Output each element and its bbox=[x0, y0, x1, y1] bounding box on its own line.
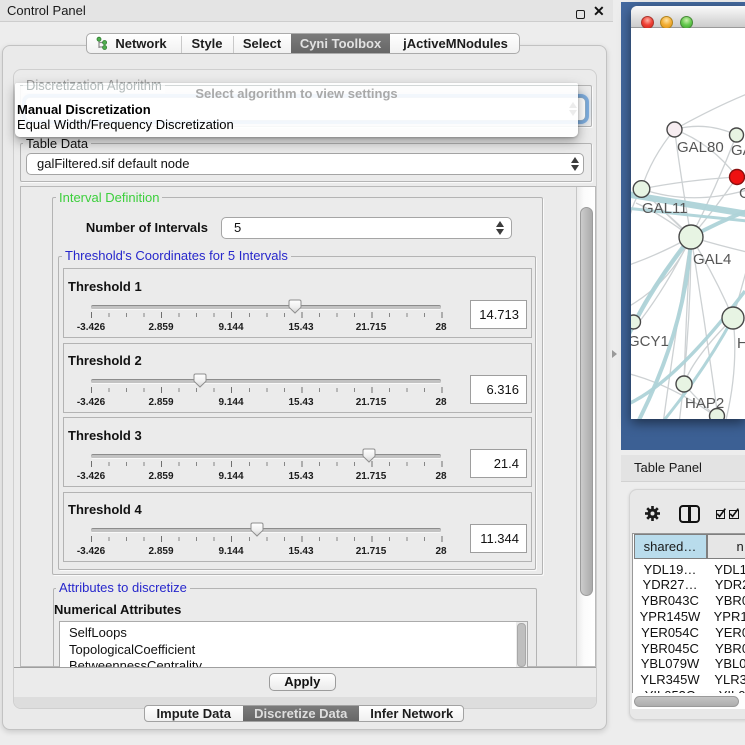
svg-text:GAL80: GAL80 bbox=[677, 139, 724, 156]
svg-text:GAL11: GAL11 bbox=[642, 200, 688, 217]
svg-text:GAL4: GAL4 bbox=[693, 251, 731, 268]
svg-text:GCY1: GCY1 bbox=[631, 333, 669, 350]
svg-text:HAP2: HAP2 bbox=[685, 395, 724, 412]
svg-text:H: H bbox=[737, 335, 745, 352]
svg-text:G: G bbox=[739, 185, 745, 202]
svg-text:GA: GA bbox=[731, 142, 745, 159]
